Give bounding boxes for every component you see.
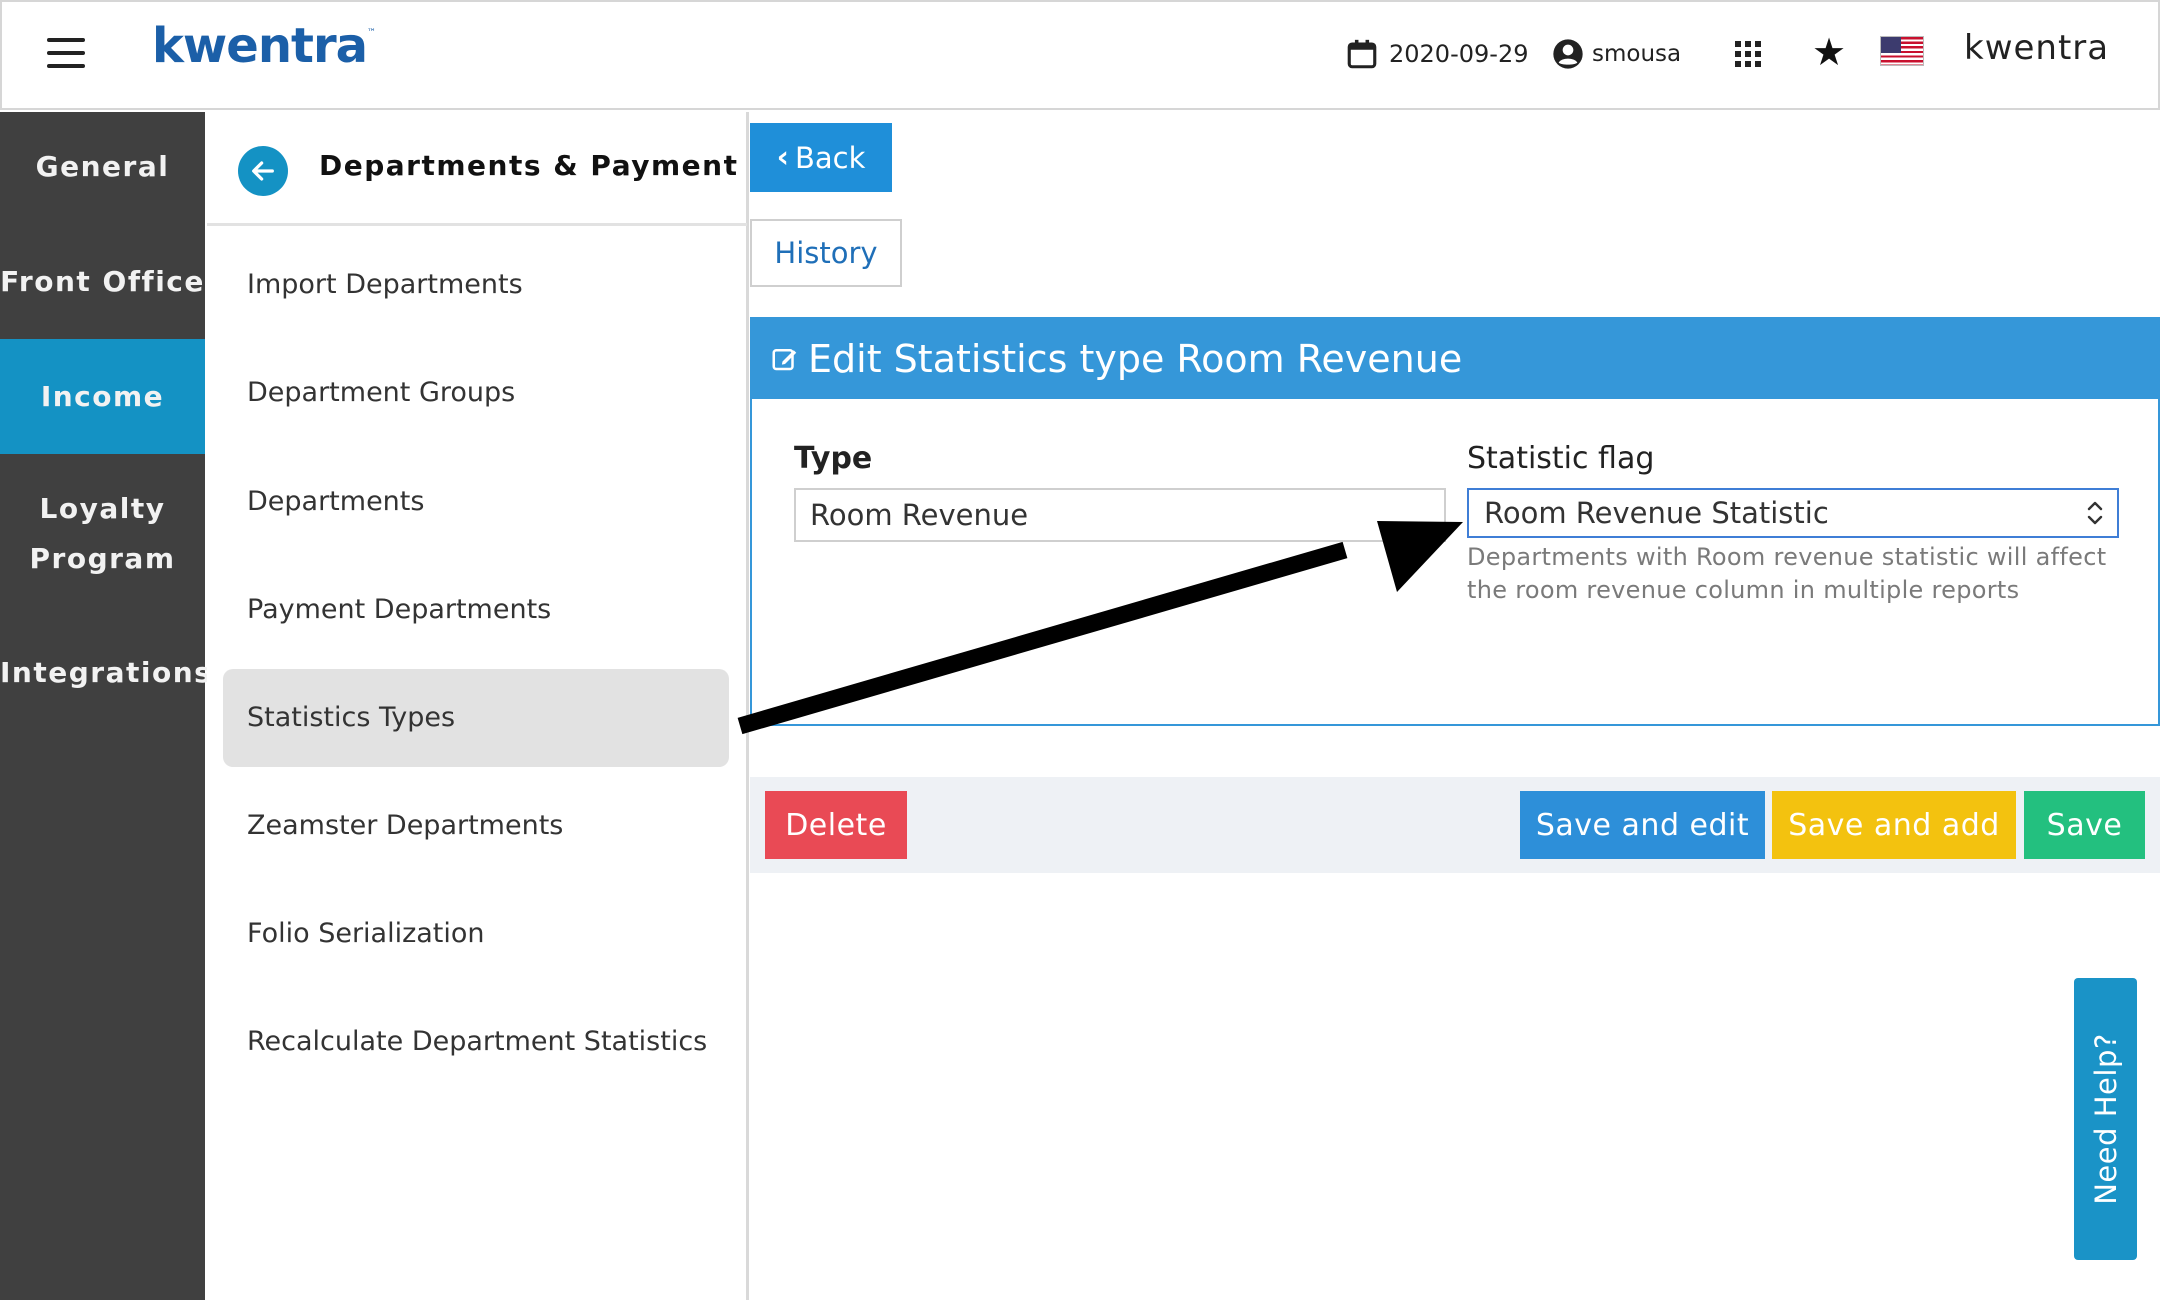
sidebar-item-front-office[interactable]: Front Office	[0, 257, 205, 307]
user-avatar-icon	[1553, 39, 1583, 69]
select-updown-chevron-icon	[2087, 501, 2103, 525]
submenu-item-recalculate-department-statistics[interactable]: Recalculate Department Statistics	[247, 1022, 707, 1062]
submenu-item-departments[interactable]: Departments	[247, 482, 424, 522]
date-display[interactable]: 2020-09-29	[1345, 34, 1528, 74]
sidebar-item-label: Program	[29, 542, 176, 575]
hamburger-menu-icon[interactable]	[47, 38, 85, 68]
statistic-flag-select[interactable]: Room Revenue Statistic	[1467, 488, 2119, 538]
edit-icon	[772, 349, 797, 371]
sidebar-item-income[interactable]: Income	[0, 339, 205, 454]
statistic-flag-label: Statistic flag	[1467, 441, 1655, 476]
submenu-item-payment-departments[interactable]: Payment Departments	[247, 590, 551, 630]
submenu-item-department-groups[interactable]: Department Groups	[247, 373, 515, 413]
delete-button[interactable]: Delete	[765, 791, 907, 859]
logo-text: kwentra	[152, 18, 368, 74]
calendar-icon	[1347, 39, 1377, 69]
save-button[interactable]: Save	[2024, 791, 2145, 859]
panel-title: Edit Statistics type Room Revenue	[808, 337, 1463, 381]
submenu-item-import-departments[interactable]: Import Departments	[247, 265, 523, 305]
current-date: 2020-09-29	[1389, 40, 1529, 68]
arrow-left-icon	[252, 161, 274, 181]
back-button[interactable]: ‹ Back	[750, 123, 892, 192]
submenu-back-button[interactable]	[238, 146, 288, 196]
main-sidebar: General Front Office Income Loyalty Prog…	[0, 112, 211, 1300]
form-actions-bar: Delete Save and edit Save and add Save	[750, 777, 2160, 873]
username: smousa	[1592, 41, 1682, 67]
chevron-left-icon: ‹	[776, 140, 789, 175]
sidebar-item-loyalty-program[interactable]: Loyalty Program	[0, 484, 205, 584]
top-bar: kwentra™ 2020-09-29 smousa ★ kwentra	[0, 0, 2160, 110]
submenu-panel: Departments & Payment Import Departments…	[207, 112, 749, 1300]
sidebar-item-general[interactable]: General	[0, 142, 205, 192]
save-and-edit-button[interactable]: Save and edit	[1520, 791, 1765, 859]
submenu-item-folio-serialization[interactable]: Folio Serialization	[247, 914, 485, 954]
back-button-label: Back	[794, 140, 866, 175]
save-and-add-button[interactable]: Save and add	[1772, 791, 2016, 859]
type-label: Type	[794, 441, 873, 476]
need-help-label: Need Help?	[2088, 1033, 2123, 1205]
sidebar-item-integrations[interactable]: Integrations	[0, 648, 211, 698]
logo-trademark: ™	[367, 28, 376, 38]
statistic-flag-selected-value: Room Revenue Statistic	[1484, 496, 1829, 530]
property-name[interactable]: kwentra	[1964, 28, 2109, 68]
favorites-star-icon[interactable]: ★	[1812, 30, 1846, 74]
need-help-tab[interactable]: Need Help?	[2074, 978, 2137, 1260]
statistic-flag-help-text: Departments with Room revenue statistic …	[1467, 543, 2107, 604]
edit-form-panel: Edit Statistics type Room Revenue Type S…	[750, 317, 2160, 726]
submenu-header: Departments & Payment	[207, 112, 747, 226]
us-flag-language-icon[interactable]	[1880, 36, 1924, 66]
apps-grid-icon[interactable]	[1732, 38, 1762, 68]
submenu-title: Departments & Payment	[319, 149, 739, 182]
type-input[interactable]: Room Revenue	[794, 488, 1446, 542]
submenu-item-zeamster-departments[interactable]: Zeamster Departments	[247, 806, 563, 846]
history-button[interactable]: History	[750, 219, 902, 287]
user-menu[interactable]: smousa	[1552, 34, 1681, 74]
kwentra-logo[interactable]: kwentra™	[152, 18, 376, 74]
sidebar-item-label: Loyalty	[39, 492, 166, 525]
submenu-item-statistics-types[interactable]: Statistics Types	[247, 698, 455, 738]
panel-header: Edit Statistics type Room Revenue	[752, 319, 2158, 399]
